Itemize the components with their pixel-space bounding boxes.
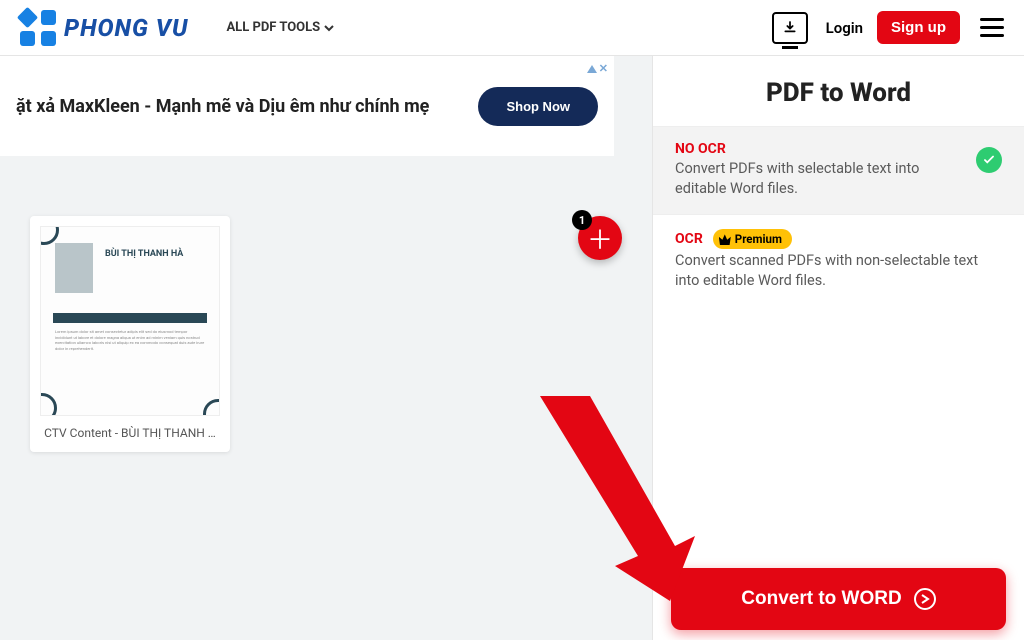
- login-link[interactable]: Login: [826, 19, 863, 37]
- adchoices-icon[interactable]: ✕: [587, 62, 608, 75]
- all-tools-dropdown[interactable]: ALL PDF TOOLS: [226, 20, 334, 35]
- file-preview: BÙI THỊ THANH HÀ Lorem ipsum dolor sit a…: [40, 226, 220, 416]
- all-tools-label: ALL PDF TOOLS: [226, 20, 320, 35]
- signup-button[interactable]: Sign up: [877, 11, 960, 44]
- convert-label: Convert to WORD: [741, 588, 901, 610]
- add-file-button[interactable]: ＋ 1: [578, 216, 622, 260]
- option-ocr[interactable]: OCR Premium Convert scanned PDFs with no…: [653, 214, 1024, 306]
- premium-badge: Premium: [713, 229, 792, 249]
- logo-icon: [20, 10, 56, 46]
- desktop-download-icon[interactable]: [772, 12, 808, 44]
- panel-title: PDF to Word: [653, 56, 1024, 126]
- caret-down-icon: [324, 23, 334, 33]
- crown-icon: [719, 233, 731, 245]
- menu-icon[interactable]: [980, 18, 1004, 37]
- file-thumbnail-card[interactable]: BÙI THỊ THANH HÀ Lorem ipsum dolor sit a…: [30, 216, 230, 452]
- ad-banner[interactable]: ặt xả MaxKleen - Mạnh mẽ và Dịu êm như c…: [0, 56, 614, 156]
- side-panel: PDF to Word NO OCR Convert PDFs with sel…: [652, 56, 1024, 640]
- selected-check-icon: [976, 147, 1002, 173]
- option-no-ocr[interactable]: NO OCR Convert PDFs with selectable text…: [653, 126, 1024, 214]
- brand-text: PHONG VU: [64, 14, 188, 42]
- file-count-badge: 1: [572, 210, 592, 230]
- file-name-label: CTV Content - BÙI THỊ THANH …: [40, 426, 220, 440]
- ad-headline: ặt xả MaxKleen - Mạnh mẽ và Dịu êm như c…: [16, 96, 429, 117]
- plus-icon: ＋: [587, 220, 613, 257]
- top-header: PHONG VU ALL PDF TOOLS Login Sign up: [0, 0, 1024, 56]
- option-no-ocr-desc: Convert PDFs with selectable text into e…: [675, 159, 966, 198]
- preview-name: BÙI THỊ THANH HÀ: [105, 249, 183, 259]
- option-no-ocr-title: NO OCR: [675, 141, 726, 157]
- arrow-right-icon: [914, 588, 936, 610]
- ad-cta-button[interactable]: Shop Now: [478, 87, 598, 126]
- option-ocr-title: OCR: [675, 231, 703, 247]
- brand-logo[interactable]: PHONG VU: [20, 10, 188, 46]
- premium-label: Premium: [735, 232, 782, 246]
- option-ocr-desc: Convert scanned PDFs with non-selectable…: [675, 251, 1002, 290]
- main-area: ặt xả MaxKleen - Mạnh mẽ và Dịu êm như c…: [0, 56, 1024, 640]
- convert-button[interactable]: Convert to WORD: [671, 568, 1006, 630]
- workspace: ặt xả MaxKleen - Mạnh mẽ và Dịu êm như c…: [0, 56, 652, 640]
- download-arrow-icon: [782, 20, 798, 36]
